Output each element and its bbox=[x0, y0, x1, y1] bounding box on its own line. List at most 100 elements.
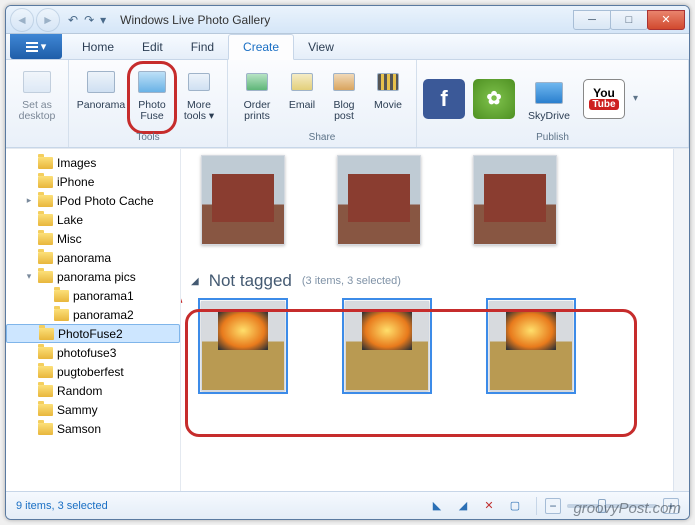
tab-view[interactable]: View bbox=[294, 34, 348, 59]
app-window: ◄ ► ↶ ↷ ▾ Windows Live Photo Gallery ─ □… bbox=[5, 5, 690, 520]
thumbnail-selected[interactable] bbox=[489, 301, 573, 391]
youtube-button[interactable]: You Tube bbox=[583, 79, 625, 119]
qat-dropdown-icon[interactable]: ▾ bbox=[100, 13, 106, 27]
facebook-button[interactable]: f bbox=[423, 79, 465, 119]
expand-icon[interactable]: ▸ bbox=[24, 195, 34, 206]
zoom-out-button[interactable]: − bbox=[545, 498, 561, 514]
maximize-button[interactable]: □ bbox=[610, 10, 648, 30]
tree-node[interactable]: Lake bbox=[6, 210, 180, 229]
group-meta: (3 items, 3 selected) bbox=[302, 275, 401, 287]
tree-node-label: Random bbox=[57, 384, 102, 398]
delete-button[interactable]: ✕ bbox=[480, 498, 498, 514]
thumbnail[interactable] bbox=[201, 155, 285, 245]
panorama-button[interactable]: Panorama bbox=[75, 63, 127, 132]
tree-node-label: panorama bbox=[57, 251, 111, 265]
window-title: Windows Live Photo Gallery bbox=[120, 13, 270, 27]
slider-knob[interactable] bbox=[598, 499, 606, 513]
thumb-row bbox=[201, 155, 665, 245]
group-header[interactable]: ◢ Not tagged (3 items, 3 selected) bbox=[191, 271, 665, 291]
folder-icon bbox=[38, 423, 53, 435]
tree-node[interactable]: ▸iPod Photo Cache bbox=[6, 191, 180, 210]
blog-post-button[interactable]: Blog post bbox=[324, 63, 364, 132]
tree-node[interactable]: Samson bbox=[6, 419, 180, 438]
tree-node[interactable]: iPhone bbox=[6, 172, 180, 191]
thumbnail-selected[interactable] bbox=[345, 301, 429, 391]
photo-fuse-label: Photo Fuse bbox=[132, 100, 172, 122]
status-text: 9 items, 3 selected bbox=[16, 500, 108, 512]
tab-edit[interactable]: Edit bbox=[128, 34, 177, 59]
nav-back-button[interactable]: ◄ bbox=[10, 8, 34, 32]
folder-icon bbox=[38, 385, 53, 397]
publish-more-icon[interactable]: ▾ bbox=[633, 93, 638, 104]
tree-node-label: PhotoFuse2 bbox=[58, 327, 123, 341]
tab-create[interactable]: Create bbox=[228, 34, 294, 60]
messenger-button[interactable]: ✿ bbox=[473, 79, 515, 119]
email-button[interactable]: Email bbox=[282, 63, 322, 132]
tab-bar: ▾ Home Edit Find Create View bbox=[6, 34, 689, 60]
youtube-you: You bbox=[593, 88, 615, 99]
vertical-scrollbar[interactable] bbox=[673, 149, 689, 491]
tree-node-label: panorama1 bbox=[73, 289, 134, 303]
tree-node[interactable]: photofuse3 bbox=[6, 343, 180, 362]
skydrive-label: SkyDrive bbox=[528, 111, 570, 122]
folder-icon bbox=[38, 214, 53, 226]
preview-button[interactable]: ▢ bbox=[506, 498, 524, 514]
minimize-button[interactable]: ─ bbox=[573, 10, 611, 30]
folder-icon bbox=[38, 233, 53, 245]
redo-icon[interactable]: ↷ bbox=[84, 13, 94, 27]
tree-node-label: Images bbox=[57, 156, 96, 170]
order-prints-button[interactable]: Order prints bbox=[234, 63, 280, 132]
more-tools-button[interactable]: More tools ▾ bbox=[177, 63, 221, 132]
status-bar: 9 items, 3 selected ◣ ◢ ✕ ▢ − + bbox=[6, 491, 689, 519]
folder-icon bbox=[38, 176, 53, 188]
movie-label: Movie bbox=[374, 100, 402, 111]
movie-button[interactable]: Movie bbox=[366, 63, 410, 132]
tree-node-label: panorama pics bbox=[57, 270, 136, 284]
folder-icon bbox=[38, 366, 53, 378]
tree-node[interactable]: Misc bbox=[6, 229, 180, 248]
tree-node-label: Misc bbox=[57, 232, 82, 246]
tree-node-label: Samson bbox=[57, 422, 101, 436]
thumb-row bbox=[201, 301, 665, 391]
photo-fuse-button[interactable]: Photo Fuse bbox=[129, 63, 175, 132]
set-as-desktop-button[interactable]: Set as desktop bbox=[12, 63, 62, 132]
publish-group-label: Publish bbox=[423, 132, 682, 147]
tab-home[interactable]: Home bbox=[68, 34, 128, 59]
folder-icon bbox=[38, 252, 53, 264]
skydrive-button[interactable]: SkyDrive bbox=[523, 74, 575, 123]
tools-group-label: Tools bbox=[75, 132, 221, 147]
rotate-left-button[interactable]: ◣ bbox=[428, 498, 446, 514]
share-group-label: Share bbox=[234, 132, 410, 147]
youtube-tube: Tube bbox=[589, 99, 618, 110]
tree-node[interactable]: panorama1 bbox=[6, 286, 180, 305]
tree-node-label: panorama2 bbox=[73, 308, 134, 322]
tree-node-label: pugtoberfest bbox=[57, 365, 124, 379]
thumbnail-gallery[interactable]: ◢ Not tagged (3 items, 3 selected) bbox=[181, 149, 673, 491]
tree-node[interactable]: PhotoFuse2 bbox=[6, 324, 180, 343]
thumbnail-selected[interactable] bbox=[201, 301, 285, 391]
email-label: Email bbox=[289, 100, 315, 111]
folder-icon bbox=[38, 347, 53, 359]
thumbnail[interactable] bbox=[473, 155, 557, 245]
tree-node[interactable]: ▾ panorama pics bbox=[6, 267, 180, 286]
tree-node[interactable]: pugtoberfest bbox=[6, 362, 180, 381]
zoom-slider[interactable] bbox=[567, 504, 657, 508]
tree-node[interactable]: Sammy bbox=[6, 400, 180, 419]
thumbnail[interactable] bbox=[337, 155, 421, 245]
expand-icon[interactable]: ▾ bbox=[24, 271, 34, 282]
blog-post-label: Blog post bbox=[327, 100, 361, 122]
folder-tree[interactable]: Images iPhone▸iPod Photo CacheLake Misc pan… bbox=[6, 149, 181, 491]
close-button[interactable]: ✕ bbox=[647, 10, 685, 30]
tree-node[interactable]: panorama2 bbox=[6, 305, 180, 324]
file-menu-button[interactable]: ▾ bbox=[10, 34, 62, 59]
tab-find[interactable]: Find bbox=[177, 34, 228, 59]
tree-node[interactable]: panorama bbox=[6, 248, 180, 267]
nav-forward-button[interactable]: ► bbox=[36, 8, 60, 32]
collapse-arrow-icon[interactable]: ◢ bbox=[191, 276, 199, 287]
tree-node[interactable]: Images bbox=[6, 153, 180, 172]
undo-icon[interactable]: ↶ bbox=[68, 13, 78, 27]
rotate-right-button[interactable]: ◢ bbox=[454, 498, 472, 514]
zoom-in-button[interactable]: + bbox=[663, 498, 679, 514]
tree-node[interactable]: Random bbox=[6, 381, 180, 400]
ribbon: Set as desktop Panorama Photo Fuse More … bbox=[6, 60, 689, 148]
